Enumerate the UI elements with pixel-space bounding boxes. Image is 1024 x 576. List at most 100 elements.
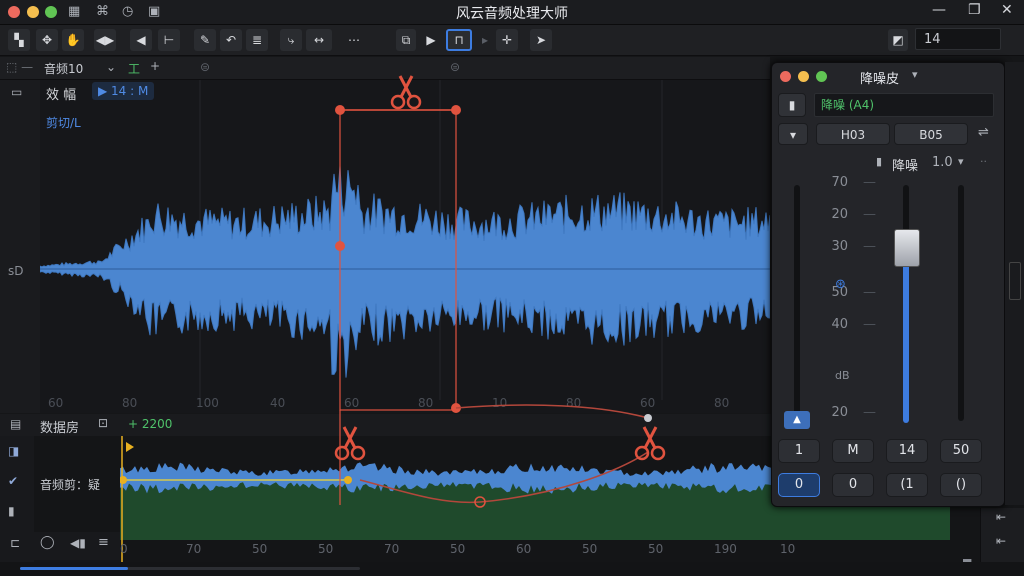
axis-tick-label: 80 bbox=[122, 396, 137, 410]
track-tab[interactable]: 音频10 bbox=[44, 60, 83, 77]
track-gutter bbox=[0, 80, 40, 413]
section-label: 降噪 bbox=[892, 159, 919, 174]
scale-tick-dash: — bbox=[863, 207, 876, 222]
preset-button[interactable]: 0 bbox=[778, 473, 820, 497]
waveform-area[interactable]: ▭ 效 幅 ▶ 14 : M 剪切/L sD 60 80 100 40 60 80 10 80… bbox=[0, 80, 770, 413]
waveform[interactable]: 60 80 100 40 60 80 10 80 60 80 bbox=[40, 80, 770, 413]
preset-button[interactable]: () bbox=[940, 473, 982, 497]
scale-tick-label: 20 bbox=[831, 405, 848, 420]
maximize-icon[interactable]: ❐ bbox=[968, 2, 981, 18]
lower-settings-icon[interactable]: ⊡ bbox=[98, 416, 108, 430]
fade-icon[interactable]: ⤷ bbox=[280, 29, 302, 51]
zoom-input[interactable]: 14 bbox=[915, 28, 1001, 50]
scale-tick-label: 30 bbox=[831, 239, 848, 254]
toolbar: ▚ ✥ ✋ ◀▶ ◀ ⊢ ✎ ↶ ≣ ⤷ ↔ ⋯ ⧉ ▶ ⊓ ▸ ✛ ➤ ◩ 1… bbox=[0, 25, 1024, 56]
axis-tick-label: 60 bbox=[48, 396, 63, 410]
playhead-marker bbox=[126, 442, 134, 452]
layout-icon[interactable]: ▚ bbox=[8, 29, 30, 51]
pen-icon[interactable]: ✎ bbox=[194, 29, 216, 51]
tab-chevron-icon[interactable]: ⌄ bbox=[106, 60, 116, 74]
preset-field[interactable]: 降噪 (A4) bbox=[814, 93, 994, 117]
scale-tick-dash: — bbox=[863, 285, 876, 300]
minimize-icon[interactable]: — bbox=[932, 2, 946, 18]
bottom-scroll-area bbox=[0, 562, 1024, 576]
panel-title[interactable]: 降噪皮 bbox=[860, 68, 899, 87]
preset-row-2: 0 0 (1 () bbox=[778, 473, 998, 499]
marker-icon-2: ⊜ bbox=[450, 60, 461, 74]
section-more-icon[interactable]: ·· bbox=[980, 155, 987, 168]
lower-axis-tick-label: 0 bbox=[120, 542, 128, 556]
scale-tick-dash: — bbox=[863, 239, 876, 254]
check-icon[interactable]: ✔ bbox=[8, 474, 18, 488]
speaker-icon[interactable]: ◀ bbox=[130, 29, 152, 51]
snapshot-icon[interactable]: ◩ bbox=[888, 29, 908, 51]
section-chevron-icon[interactable]: ▾ bbox=[958, 155, 964, 168]
prev-icon[interactable]: ◀▶ bbox=[94, 29, 116, 51]
link-icon[interactable]: ⊛ bbox=[835, 277, 846, 292]
app-title: 风云音频处理大师 bbox=[456, 6, 568, 22]
play-icon[interactable]: ▶ bbox=[423, 29, 439, 51]
axis-tick-label: 60 bbox=[344, 396, 359, 410]
clock-icon[interactable]: ◯ bbox=[40, 535, 55, 550]
waveform-path bbox=[40, 165, 770, 378]
preset-row-1: 1 M 14 50 bbox=[778, 439, 998, 465]
copy-icon[interactable]: ⧉ bbox=[396, 29, 416, 51]
bookmark-icon[interactable]: ◨ bbox=[8, 444, 19, 458]
select-tool-icon[interactable]: ⊓ bbox=[446, 29, 472, 51]
close-icon[interactable]: ✕ bbox=[1001, 2, 1013, 18]
lower-counter: + 2200 bbox=[128, 417, 173, 431]
hand-tool-icon[interactable]: ✋ bbox=[62, 29, 84, 51]
preset-button[interactable]: 0 bbox=[832, 473, 874, 497]
scale-column: 70—20—30—50—40—20— bbox=[824, 175, 876, 425]
trim-icon[interactable]: ⊢ bbox=[158, 29, 180, 51]
preset-icon[interactable]: ▮ bbox=[778, 93, 806, 117]
param-field-a[interactable]: H03 bbox=[816, 123, 890, 145]
scroll-thumb[interactable] bbox=[20, 567, 128, 570]
meter-left bbox=[794, 185, 800, 421]
lower-axis-tick-label: 70 bbox=[186, 542, 201, 556]
crosshair-icon[interactable]: ✛ bbox=[496, 29, 518, 51]
meter-right bbox=[958, 185, 964, 421]
panel-zoom-dot[interactable] bbox=[816, 71, 827, 82]
dropdown-chevron-icon[interactable]: ▾ bbox=[778, 123, 808, 145]
axis-tick-label: 10 bbox=[492, 396, 507, 410]
move-tool-icon[interactable]: ✥ bbox=[36, 29, 58, 51]
preset-button[interactable]: 14 bbox=[886, 439, 928, 463]
fast-forward-icon[interactable]: ➤ bbox=[530, 29, 552, 51]
scale-tick-label: 40 bbox=[831, 317, 848, 332]
list-icon[interactable]: ≣ bbox=[246, 29, 268, 51]
param-field-b[interactable]: B05 bbox=[894, 123, 968, 145]
preset-button[interactable]: 1 bbox=[778, 439, 820, 463]
lower-track-icon[interactable]: ▤ bbox=[10, 417, 21, 431]
add-tab-button[interactable]: + bbox=[150, 59, 160, 73]
lower-track-label: 音频剪：疑 bbox=[40, 478, 101, 492]
adjust-icon[interactable]: ⇌ bbox=[978, 125, 989, 140]
menu-icon[interactable]: ≡ bbox=[98, 535, 109, 550]
doc-icon[interactable]: ▮ bbox=[8, 504, 15, 518]
marker-icon: ⊜ bbox=[200, 60, 211, 74]
section-value[interactable]: 1.0 bbox=[932, 155, 953, 170]
axis-tick-label: 80 bbox=[418, 396, 433, 410]
preset-button[interactable]: 50 bbox=[940, 439, 982, 463]
panel-close-dot[interactable] bbox=[780, 71, 791, 82]
lower-title: 数据房 bbox=[40, 421, 80, 436]
next-icon[interactable]: ▸ bbox=[478, 29, 492, 51]
volume-icon[interactable]: ◀▮ bbox=[70, 536, 86, 550]
fader-knob[interactable] bbox=[894, 229, 920, 267]
lower-axis-tick-label: 50 bbox=[450, 542, 465, 556]
right-scroll-handle[interactable] bbox=[1009, 262, 1021, 300]
expand-icon[interactable]: ↔ bbox=[306, 29, 332, 51]
arrow-left-icon[interactable]: ⇤ bbox=[996, 510, 1006, 524]
track-tab-2[interactable]: 工 bbox=[128, 60, 140, 77]
select-box-icon[interactable]: ⬚ — bbox=[6, 60, 33, 74]
meter-left-thumb[interactable]: ▲ bbox=[784, 411, 810, 429]
preset-button[interactable]: (1 bbox=[886, 473, 928, 497]
preset-button[interactable]: M bbox=[832, 439, 874, 463]
arrow-left-icon-2[interactable]: ⇤ bbox=[996, 534, 1006, 548]
track-icon[interactable]: ▭ bbox=[11, 85, 22, 99]
panel-title-chevron-icon[interactable]: ▾ bbox=[912, 68, 918, 81]
more-icon[interactable]: ⋯ bbox=[344, 29, 364, 51]
panel-min-dot[interactable] bbox=[798, 71, 809, 82]
panel-toggle-icon[interactable]: ⊏ bbox=[10, 536, 20, 550]
undo-icon[interactable]: ↶ bbox=[220, 29, 242, 51]
